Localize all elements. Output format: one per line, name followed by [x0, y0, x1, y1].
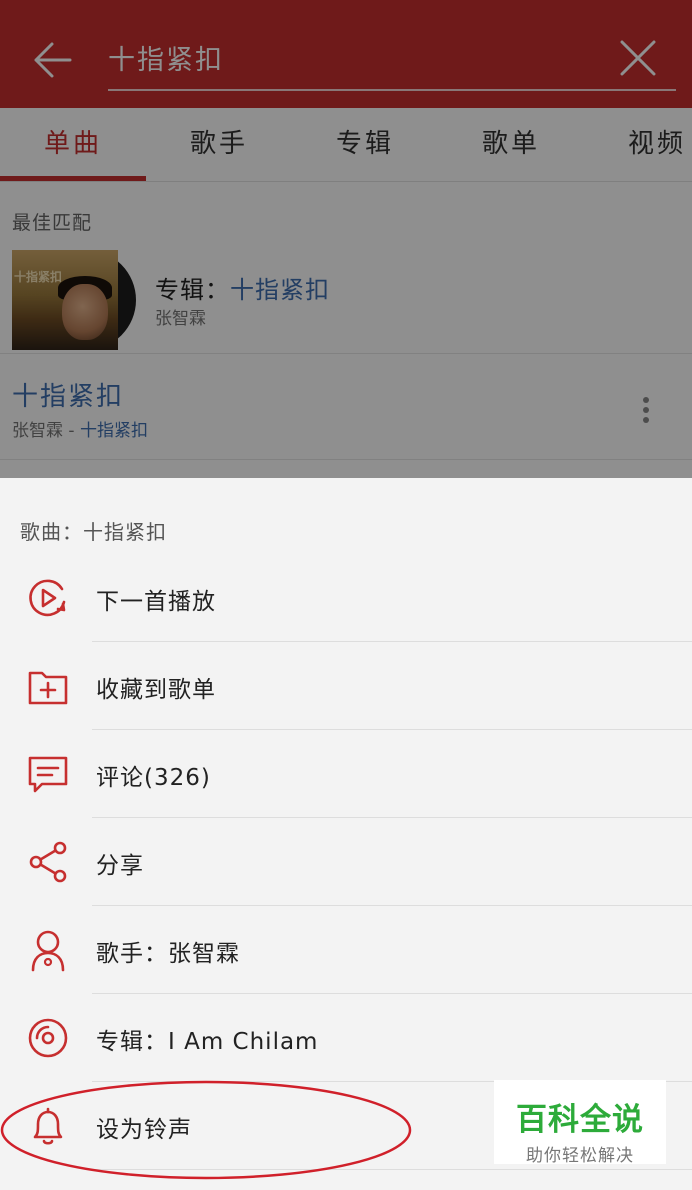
menu-item-share[interactable]: 分享 [0, 818, 692, 906]
highlight-ellipse [0, 1080, 412, 1180]
menu-label: 歌手：张智霖 [96, 941, 240, 967]
menu-item-comments[interactable]: 评论(326) [0, 730, 692, 818]
menu-label: 专辑：I Am Chilam [96, 1029, 319, 1055]
app-screen: 十指紧扣 单曲 歌手 专辑 歌单 视频 最佳匹配 十指紧扣 专辑：十指紧扣 张智… [0, 0, 692, 1190]
watermark-logo: 百科全说 助你轻松解决 [494, 1080, 666, 1166]
modal-overlay[interactable] [0, 0, 692, 478]
menu-item-artist[interactable]: 歌手：张智霖 [0, 906, 692, 994]
menu-item-album[interactable]: 专辑：I Am Chilam [0, 994, 692, 1082]
menu-item-add-to-playlist[interactable]: 收藏到歌单 [0, 642, 692, 730]
artist-icon [31, 930, 65, 972]
menu-label: 下一首播放 [96, 589, 216, 615]
menu-label: 收藏到歌单 [96, 677, 216, 703]
folder-add-icon [28, 671, 68, 705]
play-next-icon [29, 579, 66, 617]
sheet-title: 歌曲：十指紧扣 [20, 520, 167, 544]
watermark-subtitle: 助你轻松解决 [526, 1146, 634, 1166]
menu-item-play-next[interactable]: 下一首播放 [0, 554, 692, 642]
share-icon [29, 841, 67, 883]
menu-label: 分享 [96, 853, 144, 879]
album-icon [28, 1018, 68, 1058]
watermark-title: 百科全说 [516, 1102, 644, 1138]
comment-icon [28, 756, 68, 793]
menu-label: 评论(326) [96, 765, 211, 791]
